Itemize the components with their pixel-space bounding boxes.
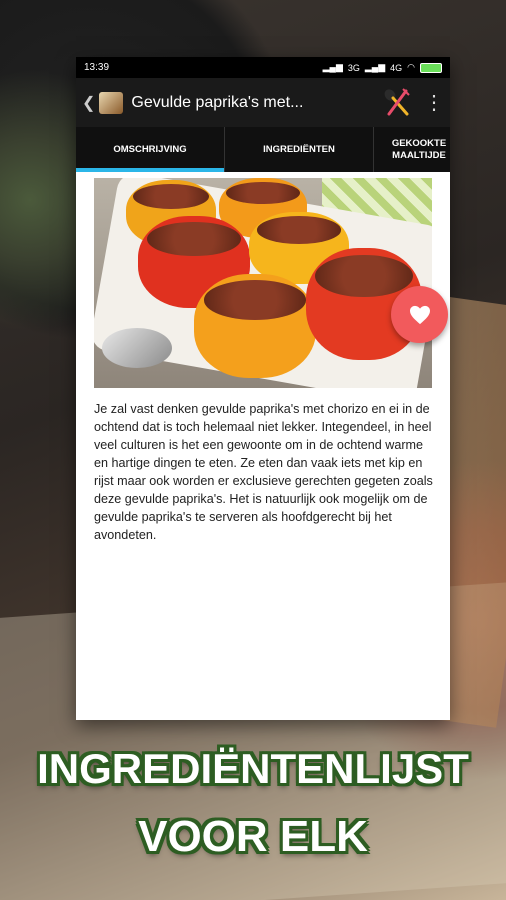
promo-headline-line1: INGREDIËNTENLIJST <box>37 745 469 792</box>
phone-screen: 13:39 ▂▄▆ 3G ▂▄▆ 4G ◠ ❮ Gevulde paprika'… <box>76 57 450 720</box>
spoon-fork-icon[interactable] <box>380 86 414 120</box>
tab-label: OMSCHRIJVING <box>113 143 187 155</box>
network-label-1: 3G <box>347 62 360 73</box>
status-bar: 13:39 ▂▄▆ 3G ▂▄▆ 4G ◠ <box>76 57 450 78</box>
heart-icon <box>409 305 430 324</box>
serving-spoon <box>102 328 172 368</box>
network-label-2: 4G <box>390 62 403 73</box>
status-time: 13:39 <box>84 62 110 73</box>
battery-icon <box>420 62 442 73</box>
favorite-button[interactable] <box>391 286 448 343</box>
page-title: Gevulde paprika's met... <box>131 93 304 111</box>
more-vert-icon[interactable]: ⋮ <box>424 90 444 115</box>
promo-headline-line2: VOOR ELK <box>138 812 368 861</box>
tab-label: GEKOOKTE MAALTIJDE <box>391 138 447 161</box>
tab-bar: OMSCHRIJVING INGREDIËNTEN GEKOOKTE MAALT… <box>76 127 450 172</box>
chevron-left-icon[interactable]: ❮ <box>82 93 95 113</box>
signal-icon-2: ▂▄▆ <box>364 62 386 72</box>
tab-ingredienten[interactable]: INGREDIËNTEN <box>225 127 374 172</box>
wifi-icon: ◠ <box>407 62 415 72</box>
tab-label: INGREDIËNTEN <box>263 143 335 155</box>
app-bar: ❮ Gevulde paprika's met... ⋮ <box>76 78 450 127</box>
tab-gekookte-maaltijden[interactable]: GEKOOKTE MAALTIJDE <box>374 127 450 172</box>
status-icons: ▂▄▆ 3G ▂▄▆ 4G ◠ <box>323 62 442 73</box>
app-logo <box>99 91 124 114</box>
pepper-orange-2 <box>194 274 316 378</box>
signal-icon: ▂▄▆ <box>322 62 343 72</box>
recipe-description: Je zal vast denken gevulde paprika's met… <box>94 402 433 542</box>
recipe-photo <box>94 178 432 388</box>
tab-omschrijving[interactable]: OMSCHRIJVING <box>76 127 225 172</box>
